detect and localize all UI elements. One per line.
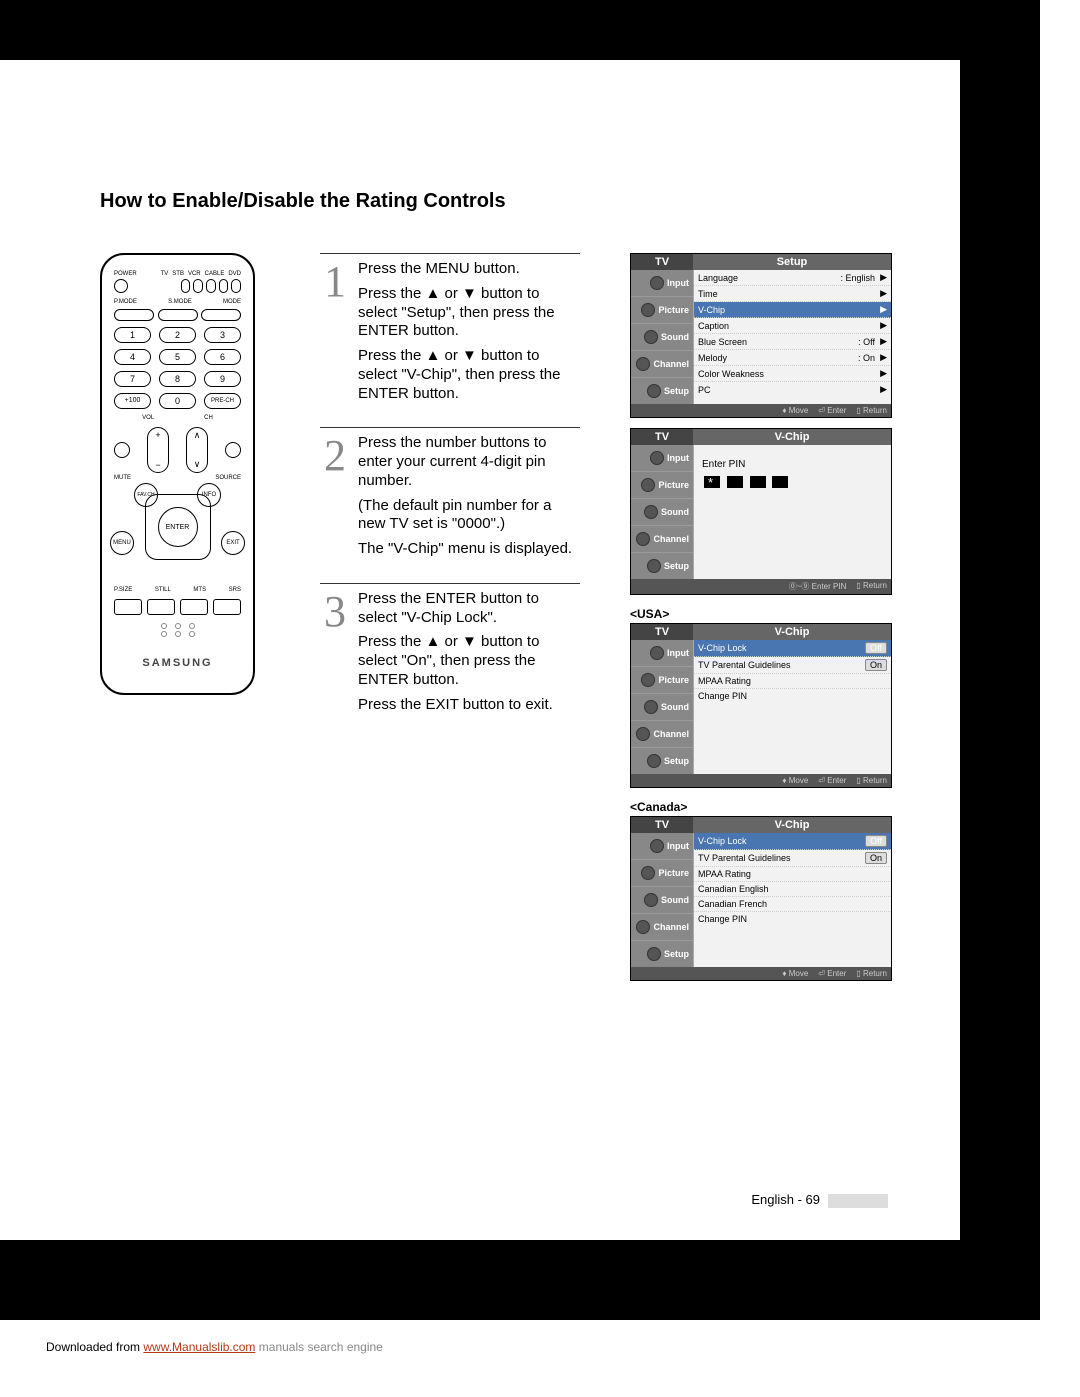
section-title: How to Enable/Disable the Rating Control… <box>100 190 890 213</box>
osd-menu-row: PC▶ <box>694 382 891 397</box>
step-3: 3 Press the ENTER button to select "V-Ch… <box>320 583 580 739</box>
step-2: 2 Press the number buttons to enter your… <box>320 427 580 583</box>
osd-title: V-Chip <box>693 429 891 445</box>
canada-label: <Canada> <box>630 800 890 814</box>
osd-menu-row: Caption▶ <box>694 318 891 334</box>
osd-vchip-canada: TV V-Chip Input Picture Sound Channel Se… <box>630 816 892 981</box>
osd-menu-row: Time▶ <box>694 286 891 302</box>
num-6[interactable]: 6 <box>204 349 241 365</box>
smode-button[interactable] <box>158 309 198 321</box>
osd-menu-row: MPAA Rating <box>694 674 891 689</box>
osd-tv-label: TV <box>631 254 693 270</box>
osd-menu-row: Language: English▶ <box>694 270 891 286</box>
osd-menu-row: Blue Screen: Off▶ <box>694 334 891 350</box>
menu-button[interactable]: MENU <box>110 531 134 555</box>
osd-menu-row: Change PIN <box>694 912 891 926</box>
num-1[interactable]: 1 <box>114 327 151 343</box>
manualslib-link[interactable]: www.Manualslib.com <box>143 1340 255 1354</box>
source-button[interactable] <box>225 442 241 458</box>
osd-menu-row: Canadian French <box>694 897 891 912</box>
osd-menu-row: V-Chip▶ <box>694 302 891 318</box>
osd-menu-row: V-Chip LockOff <box>694 833 891 850</box>
pin-digit <box>704 476 720 488</box>
step-number: 2 <box>320 434 348 478</box>
num-2[interactable]: 2 <box>159 327 196 343</box>
num-0[interactable]: 0 <box>159 393 196 409</box>
osd-menu-row: V-Chip LockOff <box>694 640 891 657</box>
exit-button[interactable]: EXIT <box>221 531 245 555</box>
mute-button[interactable] <box>114 442 130 458</box>
step-text: The "V-Chip" menu is displayed. <box>358 540 580 559</box>
num-7[interactable]: 7 <box>114 371 151 387</box>
pin-digit <box>772 476 788 488</box>
step-text: Press the ▲ or ▼ button to select "V-Chi… <box>358 347 580 403</box>
num-5[interactable]: 5 <box>159 349 196 365</box>
step-text: Press the EXIT button to exit. <box>358 696 580 715</box>
pre-ch[interactable]: PRE-CH <box>204 393 241 409</box>
brand-logo: SAMSUNG <box>114 657 241 669</box>
osd-vchip-usa: TV V-Chip Input Picture Sound Channel Se… <box>630 623 892 788</box>
step-text: Press the ENTER button to select "V-Chip… <box>358 590 580 628</box>
osd-menu-row: MPAA Rating <box>694 867 891 882</box>
osd-enter-pin: TV V-Chip Input Picture Sound Channel Se… <box>630 428 892 595</box>
step-number: 3 <box>320 590 348 634</box>
num-3[interactable]: 3 <box>204 327 241 343</box>
osd-menu-row: Change PIN <box>694 689 891 703</box>
download-line: Downloaded from www.Manualslib.com manua… <box>0 1320 1080 1394</box>
step-number: 1 <box>320 260 348 304</box>
srs-button[interactable] <box>213 599 241 615</box>
pmode-button[interactable] <box>114 309 154 321</box>
step-1: 1 Press the MENU button. Press the ▲ or … <box>320 253 580 427</box>
osd-menu-row: Color Weakness▶ <box>694 366 891 382</box>
remote-control: POWER TV STB VCR CABLE DVD <box>100 253 255 695</box>
remote-label-power: POWER <box>114 271 137 277</box>
num-9[interactable]: 9 <box>204 371 241 387</box>
ch-rocker[interactable]: ∧∨ <box>186 427 208 473</box>
num-8[interactable]: 8 <box>159 371 196 387</box>
source-tv[interactable] <box>181 279 191 293</box>
power-button[interactable] <box>114 279 128 293</box>
step-text: Press the ▲ or ▼ button to select "On", … <box>358 633 580 689</box>
osd-menu-row: Canadian English <box>694 882 891 897</box>
page-number: English - 69 <box>751 1192 888 1208</box>
vol-rocker[interactable]: +− <box>147 427 169 473</box>
pin-digit <box>750 476 766 488</box>
num-plus100[interactable]: +100 <box>114 393 151 409</box>
enter-button[interactable]: ENTER <box>158 507 198 547</box>
osd-setup: TV Setup Input Picture Sound Channel Set… <box>630 253 892 418</box>
step-text: (The default pin number for a new TV set… <box>358 497 580 535</box>
step-text: Press the number buttons to enter your c… <box>358 434 580 490</box>
psize-button[interactable] <box>114 599 142 615</box>
step-text: Press the MENU button. <box>358 260 580 279</box>
step-text: Press the ▲ or ▼ button to select "Setup… <box>358 285 580 341</box>
osd-menu-row: Melody: On▶ <box>694 350 891 366</box>
osd-menu-row: TV Parental GuidelinesOn <box>694 850 891 867</box>
pin-label: Enter PIN <box>702 459 745 470</box>
num-4[interactable]: 4 <box>114 349 151 365</box>
osd-menu-row: TV Parental GuidelinesOn <box>694 657 891 674</box>
mode-button[interactable] <box>201 309 241 321</box>
mts-button[interactable] <box>180 599 208 615</box>
pin-digit <box>727 476 743 488</box>
still-button[interactable] <box>147 599 175 615</box>
usa-label: <USA> <box>630 607 890 621</box>
osd-title: Setup <box>693 254 891 270</box>
